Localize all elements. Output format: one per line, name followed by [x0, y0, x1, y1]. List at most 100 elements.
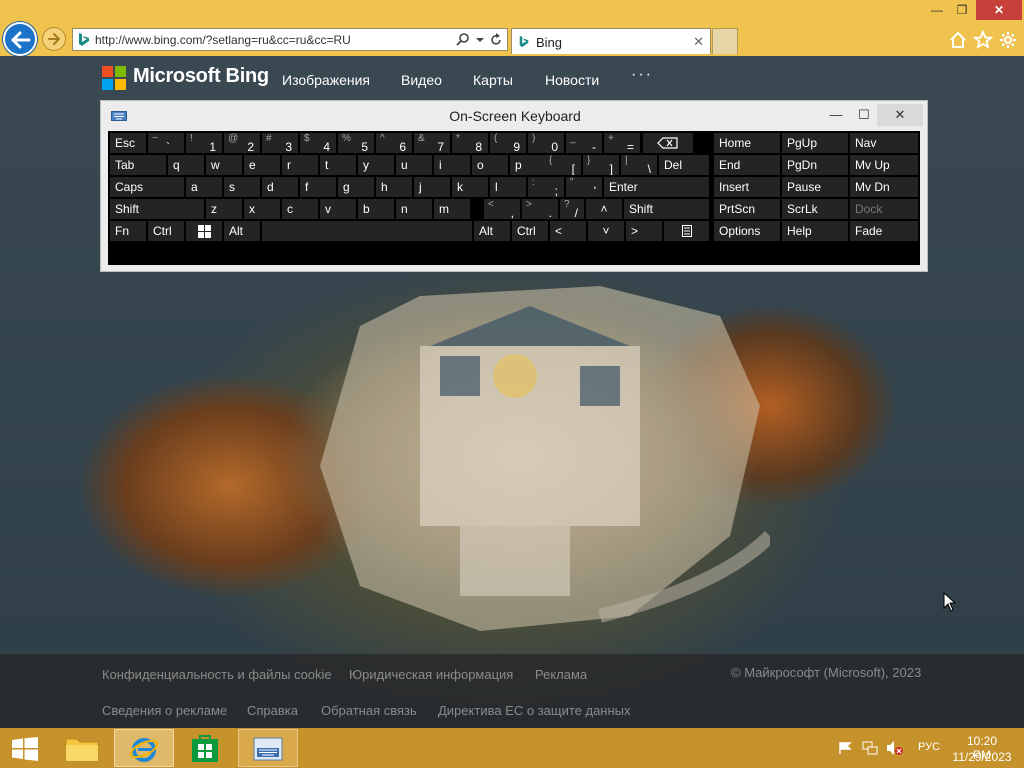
action-center-flag-icon[interactable] — [838, 741, 852, 755]
key-space[interactable] — [262, 221, 472, 241]
address-bar[interactable] — [72, 28, 508, 51]
key-comma[interactable]: < , — [484, 199, 520, 219]
key-v[interactable]: v — [320, 199, 356, 219]
key-g[interactable]: g — [338, 177, 374, 197]
footer-legal-link[interactable]: Юридическая информация — [349, 667, 513, 682]
key-shift-right[interactable]: Shift — [624, 199, 709, 219]
key-nav[interactable]: Nav — [850, 133, 918, 153]
new-tab-button[interactable] — [712, 28, 738, 54]
key-f[interactable]: f — [300, 177, 336, 197]
key-num-1[interactable]: @2 — [224, 133, 260, 153]
key-arrow-up[interactable]: ˄ — [586, 199, 622, 219]
key-backspace[interactable] — [643, 133, 693, 153]
network-icon[interactable] — [862, 740, 878, 756]
key-mv-dn[interactable]: Mv Dn — [850, 177, 918, 197]
url-input[interactable] — [95, 31, 445, 49]
osk-close-button[interactable]: ✕ — [877, 104, 923, 126]
key-z[interactable]: z — [206, 199, 242, 219]
key-dock[interactable]: Dock — [850, 199, 918, 219]
osk-maximize-button[interactable]: ☐ — [853, 104, 875, 126]
microsoft-logo-icon[interactable] — [102, 66, 126, 90]
key-m[interactable]: m — [434, 199, 470, 219]
taskbar-file-explorer[interactable] — [52, 729, 112, 767]
key-n[interactable]: n — [396, 199, 432, 219]
key-options[interactable]: Options — [714, 221, 780, 241]
key-num-5[interactable]: ^ 6 — [376, 133, 412, 153]
key-a[interactable]: a — [186, 177, 222, 197]
key-num-11[interactable]: + = — [604, 133, 640, 153]
key-x[interactable]: x — [244, 199, 280, 219]
taskbar-internet-explorer[interactable] — [114, 729, 174, 767]
key-arrow-left[interactable]: < — [550, 221, 586, 241]
back-button[interactable] — [3, 22, 37, 56]
key-scrlk[interactable]: ScrLk — [782, 199, 848, 219]
key-fn[interactable]: Fn — [110, 221, 146, 241]
start-windows-icon[interactable] — [12, 737, 38, 761]
key-y[interactable]: y — [358, 155, 394, 175]
key-p[interactable]: p — [510, 155, 546, 175]
gear-icon[interactable] — [998, 30, 1018, 50]
key-esc[interactable]: Esc — [110, 133, 146, 153]
favorites-star-icon[interactable] — [973, 30, 993, 50]
nav-more-button[interactable]: ··· — [631, 66, 653, 84]
key-home[interactable]: Home — [714, 133, 780, 153]
key-prtscn[interactable]: PrtScn — [714, 199, 780, 219]
key-o[interactable]: o — [472, 155, 508, 175]
key-b[interactable]: b — [358, 199, 394, 219]
key-ctrl-right[interactable]: Ctrl — [512, 221, 548, 241]
key-i[interactable]: i — [434, 155, 470, 175]
search-icon[interactable] — [455, 32, 471, 48]
key-end[interactable]: End — [714, 155, 780, 175]
taskbar-on-screen-keyboard[interactable] — [238, 729, 298, 767]
key-t[interactable]: t — [320, 155, 356, 175]
key-e[interactable]: e — [244, 155, 280, 175]
key-backslash[interactable]: | \ — [621, 155, 657, 175]
key-num-9[interactable]: ) 0 — [528, 133, 564, 153]
key-alt-right[interactable]: Alt — [474, 221, 510, 241]
key-q[interactable]: q — [168, 155, 204, 175]
maximize-button[interactable]: ❐ — [950, 0, 974, 20]
key-num-6[interactable]: & 7 — [414, 133, 450, 153]
volume-muted-icon[interactable] — [886, 740, 904, 756]
key-insert[interactable]: Insert — [714, 177, 780, 197]
key-enter[interactable]: Enter — [604, 177, 709, 197]
key-slash[interactable]: ? / — [560, 199, 584, 219]
key-num-8[interactable]: (9 — [490, 133, 526, 153]
key-period[interactable]: > . — [522, 199, 558, 219]
key-w[interactable]: w — [206, 155, 242, 175]
key-num-2[interactable]: #3 — [262, 133, 298, 153]
footer-eu-data-link[interactable]: Директива ЕС о защите данных — [438, 703, 631, 718]
home-icon[interactable] — [948, 30, 968, 50]
key-tilde[interactable]: ~ ` — [148, 133, 184, 153]
key-r[interactable]: r — [282, 155, 318, 175]
key-num-4[interactable]: % 5 — [338, 133, 374, 153]
nav-video[interactable]: Видео — [401, 72, 442, 88]
key-help[interactable]: Help — [782, 221, 848, 241]
key-shift-left[interactable]: Shift — [110, 199, 204, 219]
key-alt-left[interactable]: Alt — [224, 221, 260, 241]
footer-ads-link[interactable]: Реклама — [535, 667, 587, 682]
footer-privacy-link[interactable]: Конфиденциальность и файлы cookie — [102, 667, 332, 682]
clock-date[interactable]: 11/29/2023 — [950, 750, 1014, 764]
key-menu[interactable] — [664, 221, 709, 241]
key-quote[interactable]: " ' — [566, 177, 602, 197]
taskbar-store[interactable] — [176, 729, 236, 767]
key-num-7[interactable]: * 8 — [452, 133, 488, 153]
key-s[interactable]: s — [224, 177, 260, 197]
key-arrow-right[interactable]: > — [626, 221, 662, 241]
osk-minimize-button[interactable]: — — [825, 104, 847, 126]
close-tab-icon[interactable]: ✕ — [693, 34, 704, 50]
close-window-button[interactable]: ✕ — [976, 0, 1022, 20]
key-mv-up[interactable]: Mv Up — [850, 155, 918, 175]
key-pgdn[interactable]: PgDn — [782, 155, 848, 175]
footer-help-link[interactable]: Справка — [247, 703, 298, 718]
key-l[interactable]: l — [490, 177, 526, 197]
key-tab[interactable]: Tab — [110, 155, 166, 175]
refresh-icon[interactable] — [488, 32, 504, 48]
footer-feedback-link[interactable]: Обратная связь — [321, 703, 417, 718]
key-del[interactable]: Del — [659, 155, 709, 175]
nav-news[interactable]: Новости — [545, 72, 599, 88]
input-language-indicator[interactable]: РУС — [918, 741, 940, 753]
nav-images[interactable]: Изображения — [282, 72, 370, 88]
key-u[interactable]: u — [396, 155, 432, 175]
